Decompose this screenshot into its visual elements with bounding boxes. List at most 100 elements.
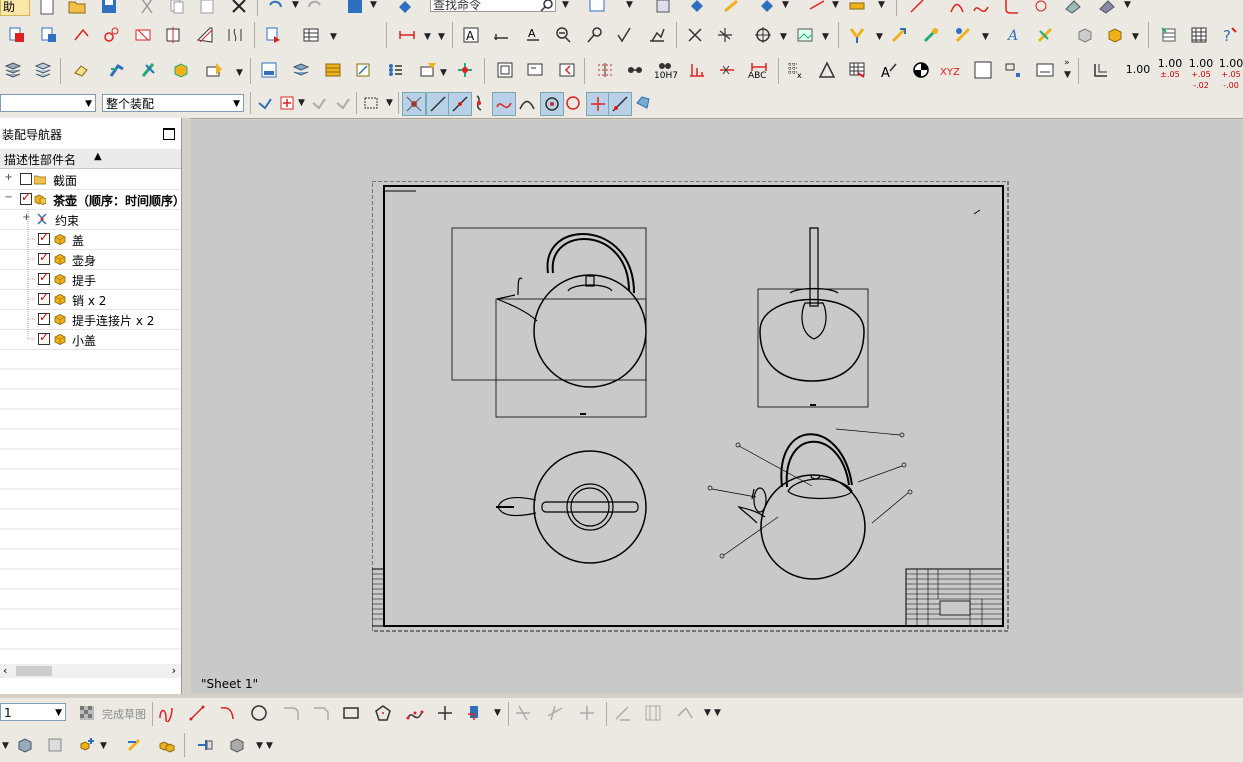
view-style-icon[interactable] xyxy=(258,59,280,81)
column-header[interactable]: 描述性部件名 ▲ xyxy=(0,149,181,169)
panel-splitter[interactable] xyxy=(182,118,190,694)
revolved-section-icon[interactable] xyxy=(194,24,216,46)
general-select-icon[interactable] xyxy=(254,92,276,114)
geometric-constraint-icon[interactable] xyxy=(642,702,664,724)
hole-table-icon[interactable]: x xyxy=(784,59,806,81)
drawing-canvas[interactable]: "Sheet 1" xyxy=(191,120,1243,694)
reference-set-icon[interactable] xyxy=(194,734,216,756)
fillet-icon[interactable] xyxy=(1000,0,1022,17)
view-label-icon[interactable] xyxy=(524,59,546,81)
sketch-line-icon[interactable] xyxy=(186,702,208,724)
quick-extend-icon[interactable] xyxy=(544,702,566,724)
command-finder-icon[interactable] xyxy=(394,0,416,17)
parts-list-icon[interactable] xyxy=(1158,24,1180,46)
selection-scope-combo[interactable]: 整个装配 ▼ xyxy=(102,94,244,112)
table-icon[interactable] xyxy=(300,24,322,46)
wave-link-icon[interactable] xyxy=(952,24,974,46)
move-component-icon[interactable] xyxy=(888,24,910,46)
centroid-icon[interactable] xyxy=(910,59,932,81)
scroll-right-icon[interactable]: › xyxy=(172,664,176,677)
copy-icon[interactable] xyxy=(166,0,188,17)
search-icon[interactable] xyxy=(536,0,558,17)
auto-constrain-icon[interactable] xyxy=(674,702,696,724)
snap-point-on-curve-icon[interactable] xyxy=(608,92,632,116)
add-component-icon[interactable] xyxy=(14,734,36,756)
drawing-layers-icon[interactable] xyxy=(290,59,312,81)
custom-symbol-icon[interactable] xyxy=(1002,59,1024,81)
horizontal-dimension-icon[interactable] xyxy=(716,59,738,81)
text-abc-icon[interactable] xyxy=(204,59,226,81)
stack-icon[interactable] xyxy=(322,59,344,81)
sketch-polygon-icon[interactable] xyxy=(372,702,394,724)
datum-feature-icon[interactable]: A xyxy=(522,24,544,46)
save-as-button[interactable] xyxy=(344,0,366,17)
explode-icon[interactable] xyxy=(920,24,942,46)
save-button[interactable] xyxy=(98,0,120,17)
projected-view-icon[interactable] xyxy=(70,24,92,46)
assembly-arrangement-icon[interactable] xyxy=(156,734,178,756)
target-point-icon[interactable] xyxy=(752,24,774,46)
weld-symbol-icon[interactable] xyxy=(646,24,668,46)
view-orient-icon[interactable] xyxy=(454,59,476,81)
sheet-metal-icon[interactable] xyxy=(1096,0,1118,17)
section-view-icon[interactable] xyxy=(132,24,154,46)
mate-component-icon[interactable] xyxy=(124,734,146,756)
rapid-dimension-icon[interactable] xyxy=(396,24,418,46)
solid-icon[interactable] xyxy=(1074,24,1096,46)
annotation-text-icon[interactable] xyxy=(418,59,440,81)
sketch-offset-icon[interactable] xyxy=(464,702,486,724)
snap-icon[interactable] xyxy=(756,0,778,17)
snap-center-icon[interactable] xyxy=(540,92,564,116)
replace-component-icon[interactable] xyxy=(226,734,248,756)
ruler-icon[interactable] xyxy=(846,0,868,17)
triangle-icon[interactable] xyxy=(816,59,838,81)
assembly-load-icon[interactable] xyxy=(106,59,128,81)
maximize-panel-button[interactable] xyxy=(163,128,175,140)
note-icon[interactable]: A xyxy=(460,24,482,46)
drawing-sheet[interactable] xyxy=(372,181,1009,632)
cut-icon[interactable] xyxy=(136,0,158,17)
profile-icon[interactable] xyxy=(156,702,178,724)
spline-icon[interactable] xyxy=(970,0,992,17)
snap-spline-icon[interactable] xyxy=(492,92,516,116)
image-icon[interactable] xyxy=(794,24,816,46)
balloon-icon[interactable] xyxy=(584,24,606,46)
baseline-dimension-icon[interactable] xyxy=(686,59,708,81)
delete-icon[interactable] xyxy=(228,0,250,17)
quick-trim-icon[interactable] xyxy=(512,702,534,724)
snap-face-icon[interactable] xyxy=(632,92,654,114)
snap-intersection-icon[interactable] xyxy=(586,92,610,116)
undo-icon[interactable] xyxy=(264,0,286,17)
select-add-icon[interactable] xyxy=(276,92,298,114)
horizontal-scrollbar[interactable]: ‹ › xyxy=(0,664,181,678)
type-filter-combo[interactable]: ▼ xyxy=(0,94,96,112)
scrollbar-thumb[interactable] xyxy=(16,666,52,676)
eraser-icon[interactable] xyxy=(70,59,92,81)
component-array-icon[interactable] xyxy=(76,734,98,756)
snap-line-icon[interactable] xyxy=(426,92,450,116)
surface-finish-icon[interactable] xyxy=(614,24,636,46)
dimension-precision-button[interactable]: 1.00 xyxy=(1124,64,1152,75)
text-style-icon[interactable]: A xyxy=(1004,24,1026,46)
view-boundary-icon[interactable] xyxy=(494,59,516,81)
scroll-left-icon[interactable]: ‹ xyxy=(3,664,7,677)
new-sheet-icon[interactable] xyxy=(6,24,28,46)
assembly-constraint-icon[interactable] xyxy=(846,24,868,46)
select-body-icon[interactable] xyxy=(332,92,354,114)
bolt-circle-icon[interactable] xyxy=(714,24,736,46)
redo-icon[interactable] xyxy=(304,0,326,17)
edit-style-icon[interactable] xyxy=(1034,24,1056,46)
orthographic-icon[interactable] xyxy=(1090,59,1112,81)
window-icon[interactable] xyxy=(586,0,608,17)
sketch-name-combo[interactable]: 1 ▼ xyxy=(0,703,66,721)
half-section-icon[interactable] xyxy=(162,24,184,46)
paste-icon[interactable] xyxy=(196,0,218,17)
assembly-cut-icon[interactable] xyxy=(138,59,160,81)
snap-endpoint-icon[interactable] xyxy=(402,92,426,116)
snap-curve-icon[interactable] xyxy=(470,92,492,114)
sketch-arc-icon[interactable] xyxy=(216,702,238,724)
snap-midpoint-icon[interactable] xyxy=(448,92,472,116)
surface-icon[interactable] xyxy=(1062,0,1084,17)
tolerance-bilateral-button[interactable]: 1.00 ±.05 xyxy=(1156,58,1184,80)
sketch-circle-icon[interactable] xyxy=(248,702,270,724)
